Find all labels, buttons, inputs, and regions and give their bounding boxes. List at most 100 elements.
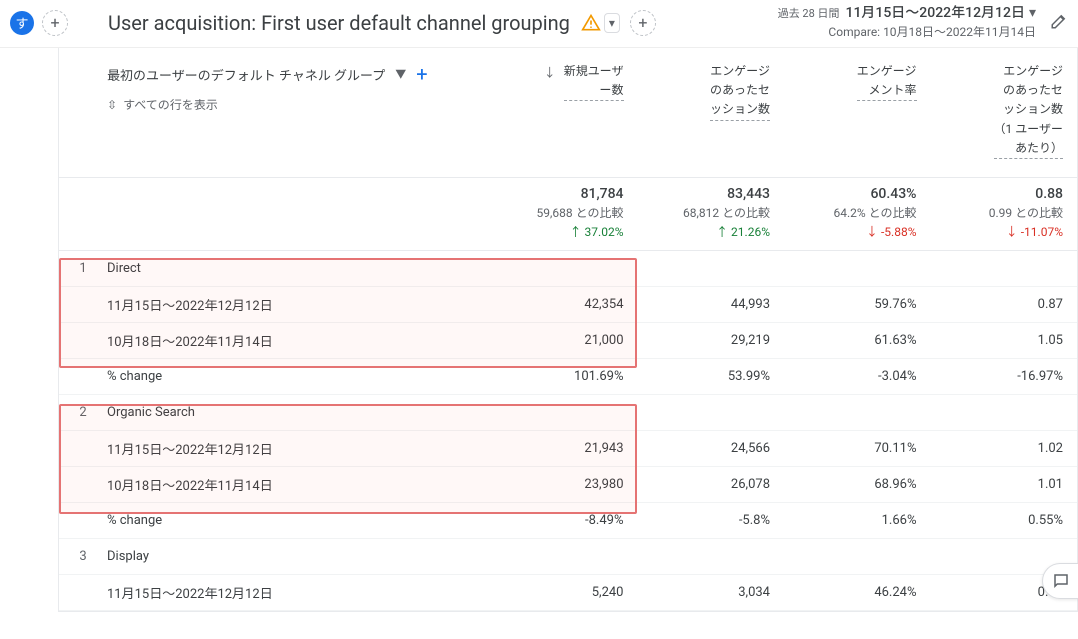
- cell-value: 0.55%: [931, 503, 1078, 538]
- table-row[interactable]: % change-8.49%-5.8%1.66%0.55%: [59, 503, 1077, 539]
- cell-value: [638, 395, 785, 430]
- total-compare: 68,812 との比較: [644, 204, 771, 221]
- row-period-label: 10月18日～2022年11月14日: [107, 331, 491, 350]
- cell-value: [931, 395, 1078, 430]
- table-row[interactable]: 2Organic Search: [59, 395, 1077, 431]
- table-row[interactable]: 10月18日～2022年11月14日23,98026,07868.96%1.01: [59, 467, 1077, 503]
- table-row[interactable]: 11月15日～2022年12月12日5,2403,03446.24%0.57: [59, 575, 1077, 611]
- cell-value: 101.69%: [491, 359, 638, 394]
- show-all-label: すべての行を表示: [123, 96, 218, 113]
- total-delta: ↑ 37.02%: [497, 223, 624, 240]
- row-channel-name: Organic Search: [107, 405, 491, 420]
- cell-value: 3,034: [638, 575, 785, 610]
- cell-value: 21,943: [491, 431, 638, 466]
- cell-value: 53.99%: [638, 359, 785, 394]
- feedback-button[interactable]: [1042, 563, 1078, 599]
- cell-value: 5,240: [491, 575, 638, 610]
- cell-value: 1.05: [931, 323, 1078, 358]
- table-row[interactable]: 11月15日～2022年12月12日42,35444,99359.76%0.87: [59, 287, 1077, 323]
- cell-value: [491, 251, 638, 286]
- show-all-rows-toggle[interactable]: ⇳ すべての行を表示: [107, 96, 479, 113]
- sort-arrow-icon: ↓: [544, 62, 556, 81]
- cell-value: [931, 251, 1078, 286]
- totals-row: 81,784 59,688 との比較 ↑ 37.02% 83,443 68,812 と…: [59, 178, 1077, 251]
- row-channel-name: Direct: [107, 261, 491, 276]
- date-range-compare: Compare: 10月18日～2022年11月14日: [778, 24, 1036, 41]
- cell-value: 44,993: [638, 287, 785, 322]
- page-title: User acquisition: First user default cha…: [108, 11, 570, 35]
- top-bar: す + User acquisition: First user default…: [0, 0, 1078, 48]
- expand-icon: ⇳: [107, 98, 117, 112]
- cell-value: [784, 251, 931, 286]
- dimension-label[interactable]: 最初のユーザーのデフォルト チャネル グループ: [107, 65, 385, 84]
- date-range-picker[interactable]: 過去 28 日間 11月15日～2022年12月12日▾ Compare: 10月…: [778, 4, 1036, 40]
- row-change-label: % change: [107, 369, 491, 384]
- cell-value: [491, 395, 638, 430]
- warning-icon[interactable]: [580, 12, 602, 34]
- row-index: 3: [59, 549, 107, 564]
- add-dimension-button[interactable]: +: [416, 62, 427, 86]
- row-change-label: % change: [107, 513, 491, 528]
- cell-value: [638, 251, 785, 286]
- total-value: 0.88: [937, 186, 1064, 202]
- cell-value: 61.63%: [784, 323, 931, 358]
- metric-header-engaged-per-user[interactable]: エンゲージ のあったセ ッション数 （1 ユーザー あたり）: [931, 48, 1078, 169]
- date-range-main: 11月15日～2022年12月12日: [845, 5, 1024, 21]
- cell-value: 1.66%: [784, 503, 931, 538]
- cell-value: [784, 395, 931, 430]
- segment-badge[interactable]: す: [10, 11, 34, 35]
- row-period-label: 11月15日～2022年12月12日: [107, 439, 491, 458]
- cell-value: 46.24%: [784, 575, 931, 610]
- row-period-label: 11月15日～2022年12月12日: [107, 295, 491, 314]
- total-value: 83,443: [644, 186, 771, 202]
- table-row[interactable]: % change101.69%53.99%-3.04%-16.97%: [59, 359, 1077, 395]
- cell-value: 26,078: [638, 467, 785, 502]
- add-comparison-button[interactable]: +: [630, 10, 656, 36]
- cell-value: 29,219: [638, 323, 785, 358]
- total-compare: 64.2% との比較: [790, 204, 917, 221]
- date-range-label: 過去 28 日間: [778, 7, 840, 20]
- cell-value: [491, 539, 638, 574]
- chevron-down-icon: ▾: [1025, 5, 1036, 21]
- row-channel-name: Display: [107, 549, 491, 564]
- cell-value: 70.11%: [784, 431, 931, 466]
- edit-icon[interactable]: [1050, 12, 1068, 34]
- total-delta: ↓ -11.07%: [937, 223, 1064, 240]
- row-index: 2: [59, 405, 107, 420]
- cell-value: 59.76%: [784, 287, 931, 322]
- table-row[interactable]: 1Direct: [59, 251, 1077, 287]
- cell-value: -5.8%: [638, 503, 785, 538]
- metric-header-new-users[interactable]: ↓ 新規ユーザ ー数: [491, 48, 638, 169]
- add-segment-button[interactable]: +: [42, 10, 68, 36]
- total-compare: 59,688 との比較: [497, 204, 624, 221]
- total-value: 81,784: [497, 186, 624, 202]
- cell-value: 1.02: [931, 431, 1078, 466]
- cell-value: [784, 539, 931, 574]
- table-row[interactable]: 11月15日～2022年12月12日21,94324,56670.11%1.02: [59, 431, 1077, 467]
- total-value: 60.43%: [790, 186, 917, 202]
- dimension-dropdown[interactable]: ▼: [395, 66, 406, 82]
- cell-value: 1.01: [931, 467, 1078, 502]
- cell-value: -8.49%: [491, 503, 638, 538]
- total-delta: ↓ -5.88%: [790, 223, 917, 240]
- cell-value: -3.04%: [784, 359, 931, 394]
- title-dropdown[interactable]: ▾: [604, 13, 620, 33]
- table-row[interactable]: 10月18日～2022年11月14日21,00029,21961.63%1.05: [59, 323, 1077, 359]
- cell-value: 0.87: [931, 287, 1078, 322]
- total-delta: ↑ 21.26%: [644, 223, 771, 240]
- row-period-label: 11月15日～2022年12月12日: [107, 583, 491, 602]
- cell-value: 68.96%: [784, 467, 931, 502]
- table-row[interactable]: 3Display: [59, 539, 1077, 575]
- metric-header-engagement-rate[interactable]: エンゲージ メント率: [784, 48, 931, 169]
- report-table: 最初のユーザーのデフォルト チャネル グループ ▼ + ⇳ すべての行を表示 ↓…: [58, 48, 1078, 612]
- cell-value: 42,354: [491, 287, 638, 322]
- metric-header-engaged-sessions[interactable]: エンゲージ のあったセ ッション数: [638, 48, 785, 169]
- cell-value: -16.97%: [931, 359, 1078, 394]
- cell-value: 21,000: [491, 323, 638, 358]
- row-index: 1: [59, 261, 107, 276]
- cell-value: [638, 539, 785, 574]
- row-period-label: 10月18日～2022年11月14日: [107, 475, 491, 494]
- cell-value: 23,980: [491, 467, 638, 502]
- cell-value: 24,566: [638, 431, 785, 466]
- total-compare: 0.99 との比較: [937, 204, 1064, 221]
